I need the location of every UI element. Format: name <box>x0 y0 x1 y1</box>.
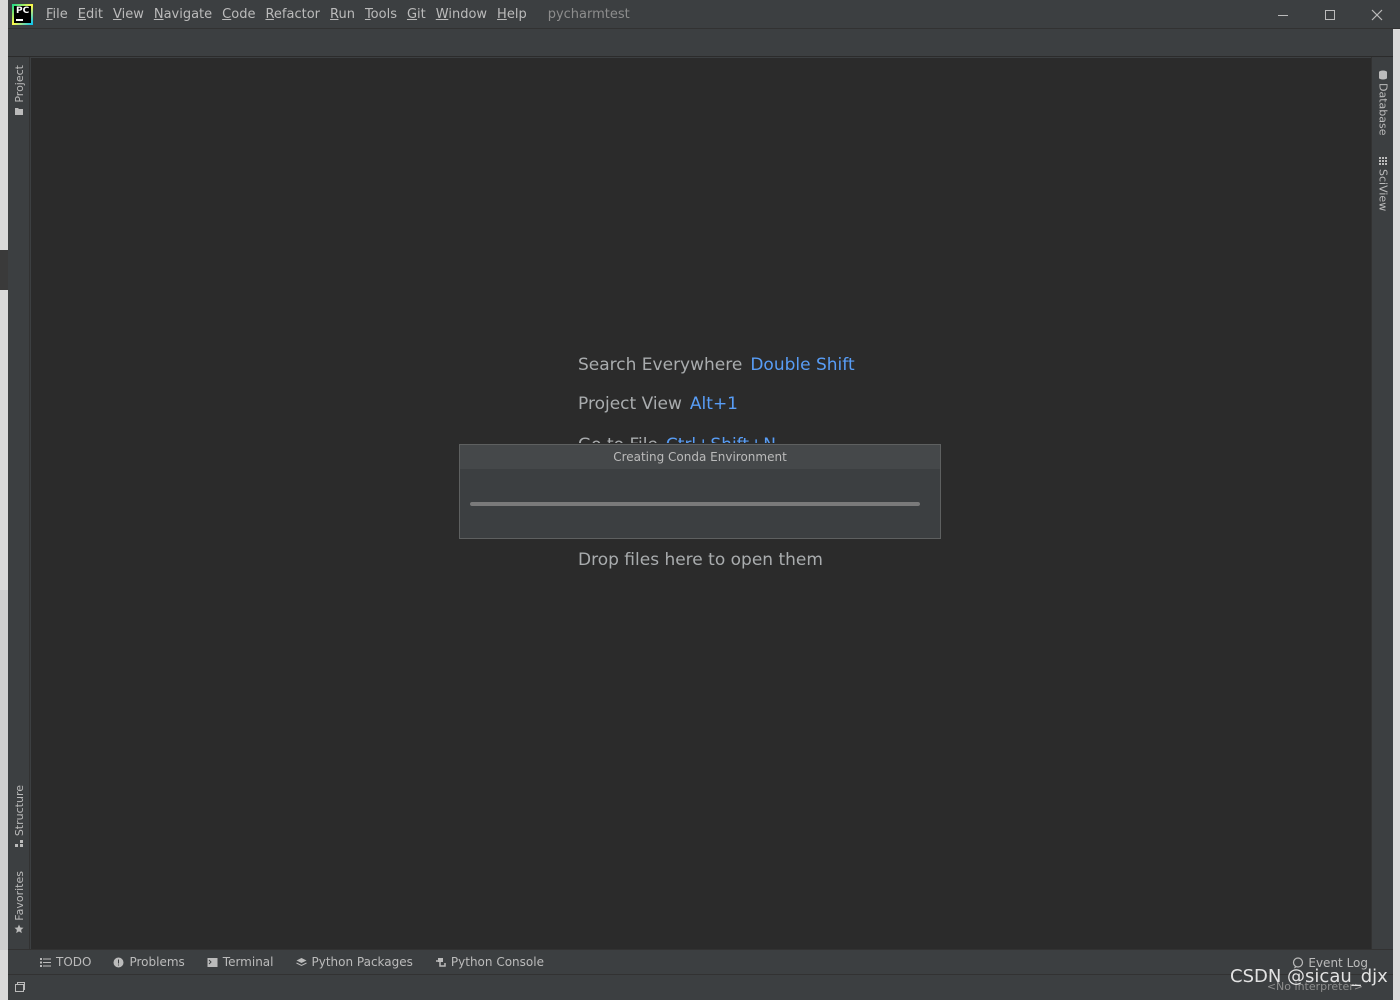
database-icon <box>1379 70 1387 80</box>
warning-circle-icon <box>113 957 124 967</box>
list-icon <box>40 957 51 967</box>
tab-structure[interactable]: Structure <box>8 785 30 852</box>
tab-project[interactable]: Project <box>8 65 30 119</box>
hint-search-everywhere: Search Everywhere Double Shift <box>578 355 855 375</box>
desktop-background-right <box>1393 29 1400 1000</box>
tab-terminal[interactable]: Terminal <box>207 955 274 969</box>
navigation-toolbar <box>8 29 1400 57</box>
shortcut-label: Ctrl+Shift+N <box>666 435 776 443</box>
star-icon <box>14 924 24 933</box>
menu-code[interactable]: Code <box>217 0 260 29</box>
hint-go-to-file: Go to FileCtrl+Shift+N <box>578 435 776 443</box>
close-icon <box>1371 9 1382 20</box>
status-bar: <No interpreter> <box>8 974 1393 1000</box>
title-bar: PC File Edit View Navigate Code Refactor… <box>8 0 1400 29</box>
dialog-title: Creating Conda Environment <box>460 445 940 469</box>
layers-icon <box>295 957 307 966</box>
main-menu: File Edit View Navigate Code Refactor Ru… <box>41 0 532 29</box>
shortcut-label: Alt+1 <box>689 394 738 414</box>
ide-window: PC File Edit View Navigate Code Refactor… <box>8 0 1400 1000</box>
menu-refactor[interactable]: Refactor <box>260 0 325 29</box>
structure-icon <box>15 840 23 848</box>
menu-file[interactable]: File <box>41 0 73 29</box>
desktop-fragment <box>0 590 8 950</box>
drop-files-hint: Drop files here to open them <box>578 550 823 570</box>
menu-help[interactable]: Help <box>492 0 532 29</box>
tab-favorites[interactable]: Favorites <box>8 871 30 937</box>
progress-fill <box>470 502 920 506</box>
maximize-button[interactable] <box>1306 0 1353 29</box>
desktop-background <box>0 0 8 1000</box>
close-button[interactable] <box>1353 0 1400 29</box>
tab-python-packages[interactable]: Python Packages <box>295 955 413 969</box>
toggle-tool-windows-icon[interactable] <box>14 981 26 993</box>
minimize-button[interactable] <box>1259 0 1306 29</box>
pycharm-logo-icon: PC <box>12 3 33 25</box>
python-icon <box>435 957 446 967</box>
maximize-icon <box>1324 9 1335 20</box>
tab-database[interactable]: Database <box>1372 67 1394 136</box>
terminal-icon <box>207 957 218 967</box>
menu-git[interactable]: Git <box>402 0 431 29</box>
menu-navigate[interactable]: Navigate <box>149 0 217 29</box>
menu-run[interactable]: Run <box>325 0 360 29</box>
menu-window[interactable]: Window <box>431 0 492 29</box>
tab-python-console[interactable]: Python Console <box>435 955 544 969</box>
minimize-icon <box>1277 14 1288 16</box>
bottom-tool-bar: TODO Problems Terminal Python Packages P… <box>8 949 1393 974</box>
menu-tools[interactable]: Tools <box>360 0 402 29</box>
tab-todo[interactable]: TODO <box>40 955 91 969</box>
window-controls <box>1259 0 1400 29</box>
desktop-fragment <box>0 250 8 290</box>
folder-icon <box>15 107 23 115</box>
watermark: CSDN @sicau_djx <box>1230 966 1388 987</box>
right-tool-strip: Database SciView <box>1371 57 1393 949</box>
window-title: pycharmtest <box>547 6 630 22</box>
tab-sciview[interactable]: SciView <box>1372 153 1394 211</box>
menu-view[interactable]: View <box>108 0 149 29</box>
progress-dialog: Creating Conda Environment <box>459 444 941 539</box>
shortcut-label: Double Shift <box>750 355 855 375</box>
menu-edit[interactable]: Edit <box>73 0 108 29</box>
progress-bar <box>470 502 920 506</box>
left-tool-strip: Project Structure Favorites <box>8 57 30 949</box>
grid-icon <box>1379 157 1387 165</box>
tab-problems[interactable]: Problems <box>113 955 185 969</box>
hint-project-view: Project View Alt+1 <box>578 394 738 414</box>
